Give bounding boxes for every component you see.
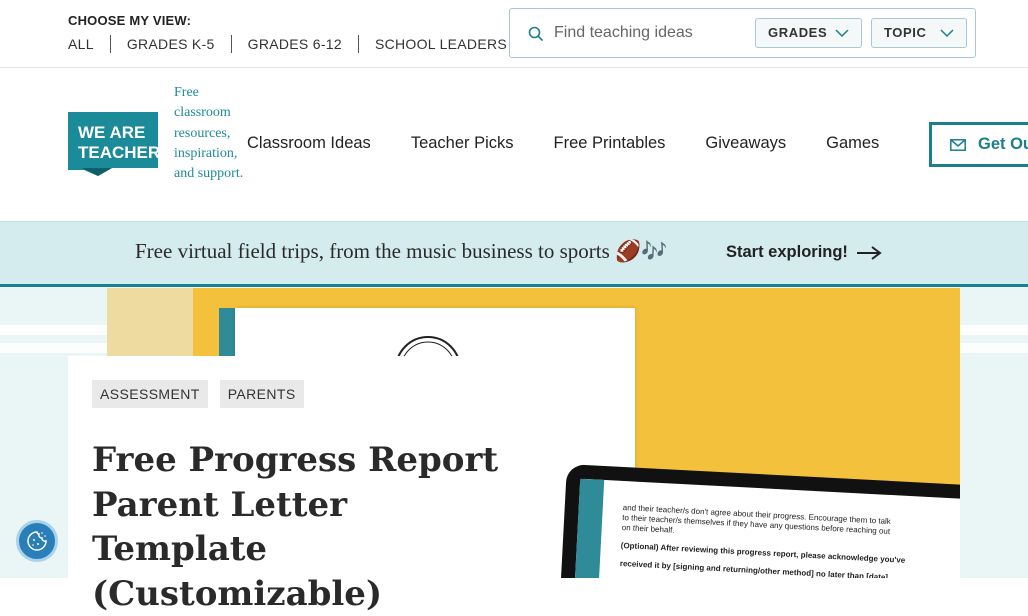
tagline: Free classroom resources, inspiration, a… [174, 85, 244, 182]
tag-parents[interactable]: PARENTS [219, 380, 304, 408]
tablet-teal-bar [573, 478, 605, 578]
site-header: WE ARE TEACHERS Free classroom resources… [0, 68, 1028, 221]
grades-dropdown[interactable]: GRADES [755, 18, 862, 48]
nav-classroom-ideas[interactable]: Classroom Ideas [247, 134, 371, 153]
chevron-down-icon [940, 29, 954, 37]
view-link-all[interactable]: ALL [68, 35, 110, 53]
cookie-settings-button[interactable] [16, 520, 58, 562]
hero-teal-strip [219, 308, 235, 358]
cookie-icon [27, 531, 47, 551]
newsletter-button[interactable]: Get Ou [929, 122, 1028, 167]
promo-banner: Free virtual field trips, from the music… [0, 221, 1028, 287]
logo-text-line2: TEACHERS [78, 143, 158, 162]
banner-cta-label: Start exploring! [726, 243, 848, 261]
topic-dropdown[interactable]: TOPIC [871, 18, 967, 48]
mail-icon [950, 138, 966, 151]
article-card: ASSESSMENT PARENTS Free Progress Report … [68, 356, 554, 614]
chevron-down-icon [835, 29, 849, 37]
topic-dropdown-label: TOPIC [884, 25, 927, 40]
search-icon [528, 26, 544, 42]
top-bar: CHOOSE MY VIEW: ALL GRADES K-5 GRADES 6-… [0, 0, 1028, 68]
nav-giveaways[interactable]: Giveaways [705, 134, 786, 153]
view-links: ALL GRADES K-5 GRADES 6-12 SCHOOL LEADER… [68, 35, 523, 53]
search-box: GRADES TOPIC [509, 8, 976, 58]
newsletter-button-label: Get Ou [978, 135, 1028, 153]
nav-games[interactable]: Games [826, 134, 879, 153]
grades-dropdown-label: GRADES [768, 25, 828, 40]
tablet-screen: and their teacher/s don't agree about th… [573, 478, 960, 578]
search-input[interactable] [554, 19, 754, 47]
view-link-grades-6-12[interactable]: GRADES 6-12 [230, 35, 358, 53]
view-link-school-leaders[interactable]: SCHOOL LEADERS [357, 35, 523, 53]
we-are-teachers-logo[interactable]: WE ARE TEACHERS [68, 112, 172, 176]
view-link-grades-k-5[interactable]: GRADES K-5 [109, 35, 231, 53]
banner-cta-link[interactable]: Start exploring! [726, 243, 882, 262]
banner-text: Free virtual field trips, from the music… [135, 239, 668, 263]
article-tags: ASSESSMENT PARENTS [92, 380, 316, 408]
article-title: Free Progress Report Parent Letter Templ… [92, 440, 499, 614]
tag-assessment[interactable]: ASSESSMENT [92, 380, 208, 408]
nav-teacher-picks[interactable]: Teacher Picks [411, 134, 514, 153]
main-nav: Classroom Ideas Teacher Picks Free Print… [247, 134, 919, 153]
logo-text-line1: WE ARE [78, 123, 145, 142]
nav-free-printables[interactable]: Free Printables [554, 134, 666, 153]
tablet-device: and their teacher/s don't agree about th… [559, 464, 960, 578]
arrow-right-icon [856, 245, 882, 260]
choose-view-label: CHOOSE MY VIEW: [68, 13, 192, 28]
